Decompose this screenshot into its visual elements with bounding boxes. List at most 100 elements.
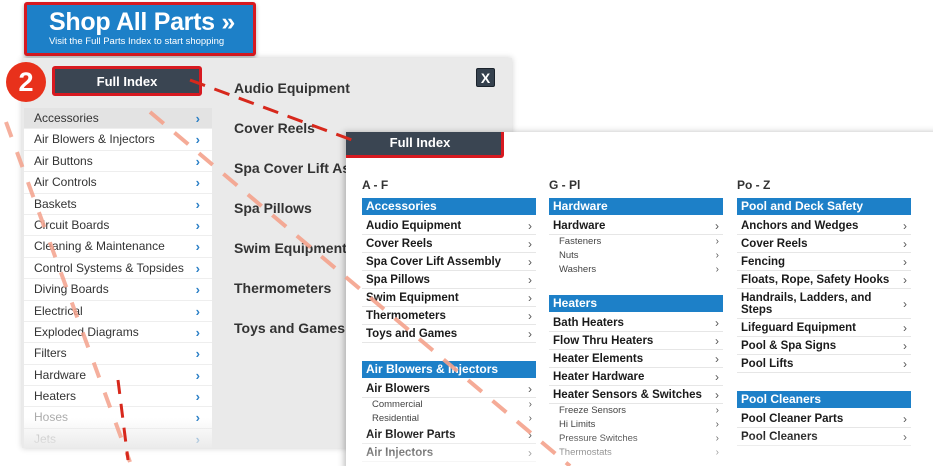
chevron-right-icon: › — [528, 272, 532, 287]
chevron-right-icon: › — [903, 338, 907, 353]
index-subitem-link[interactable]: Washers › — [549, 263, 723, 277]
chevron-right-icon: › — [715, 333, 719, 348]
index-item-link[interactable]: Toys and Games › — [362, 325, 536, 343]
category-item[interactable]: Heaters › — [24, 386, 212, 408]
category-item[interactable]: Hardware › — [24, 365, 212, 387]
category-item[interactable]: Circuit Boards › — [24, 215, 212, 237]
chevron-right-icon: › — [715, 264, 719, 275]
index-item-link[interactable]: Bath Heaters › — [549, 314, 723, 332]
index-item-link[interactable]: Swim Equipment › — [362, 289, 536, 307]
index-item-label: Washers — [559, 264, 597, 275]
index-item-link[interactable]: Hardware › — [549, 217, 723, 235]
index-item-label: Lifeguard Equipment — [741, 322, 856, 334]
category-item[interactable]: Control Systems & Topsides › — [24, 258, 212, 280]
index-subitem-link[interactable]: Hi Limits › — [549, 418, 723, 432]
index-group: Hardware Hardware › Fasteners › Nuts › Washers › — [549, 198, 723, 277]
index-item-link[interactable]: Pool Cleaner Parts › — [737, 410, 911, 428]
chevron-right-icon: › — [195, 175, 200, 191]
category-item[interactable]: Air Buttons › — [24, 151, 212, 173]
index-item-label: Floats, Rope, Safety Hooks — [741, 274, 890, 286]
category-item[interactable]: Baskets › — [24, 194, 212, 215]
category-item-label: Accessories — [34, 111, 99, 125]
index-subitem-link[interactable]: Pressure Switches › — [549, 432, 723, 446]
screenshot-stage: Shop All Parts » Visit the Full Parts In… — [0, 0, 933, 466]
index-item-link[interactable]: Floats, Rope, Safety Hooks › — [737, 271, 911, 289]
chevron-right-icon: › — [903, 218, 907, 233]
subcategory-link[interactable]: Audio Equipment — [234, 68, 384, 108]
category-item-label: Heaters — [34, 389, 77, 404]
index-item-link[interactable]: Cover Reels › — [362, 235, 536, 253]
index-item-link[interactable]: Spa Pillows › — [362, 271, 536, 289]
chevron-right-icon: › — [715, 351, 719, 366]
index-item-link[interactable]: Pool & Spa Signs › — [737, 337, 911, 355]
index-item-link[interactable]: Thermometers › — [362, 307, 536, 325]
category-item-label: Cleaning & Maintenance — [34, 239, 165, 254]
index-item-link[interactable]: Heater Hardware › — [549, 368, 723, 386]
index-item-label: Pool & Spa Signs — [741, 340, 837, 352]
index-subitem-link[interactable]: Thermostats › — [549, 446, 723, 460]
category-item[interactable]: Exploded Diagrams › — [24, 322, 212, 344]
chevron-right-icon: › — [715, 405, 719, 416]
index-item-label: Swim Equipment — [366, 292, 459, 304]
chevron-right-icon: › — [715, 433, 719, 444]
category-item-label: Electrical — [34, 303, 83, 318]
chevron-right-icon: › — [195, 260, 200, 276]
chevron-right-icon: › — [903, 356, 907, 371]
chevron-right-icon: › — [903, 320, 907, 335]
index-subitem-link[interactable]: Commercial › — [362, 398, 536, 412]
index-group-header[interactable]: Pool Cleaners — [737, 391, 911, 408]
index-item-link[interactable]: Air Blowers › — [362, 380, 536, 398]
index-group-header[interactable]: Heaters — [549, 295, 723, 312]
index-subitem-link[interactable]: Nuts › — [549, 249, 723, 263]
index-subitem-link[interactable]: Fasteners › — [549, 235, 723, 249]
index-item-label: Toys and Games — [366, 328, 458, 340]
index-item-link[interactable]: Heater Elements › — [549, 350, 723, 368]
category-item[interactable]: Accessories › — [24, 108, 212, 130]
index-item-link[interactable]: Flow Thru Heaters › — [549, 332, 723, 350]
category-item[interactable]: Filters › — [24, 343, 212, 365]
index-item-link[interactable]: Pool Cleaners › — [737, 428, 911, 446]
index-item-label: Thermometers — [366, 310, 446, 322]
index-group: Pool and Deck Safety Anchors and Wedges › C… — [737, 198, 911, 373]
index-item-link[interactable]: Heater Sensors & Switches › — [549, 386, 723, 404]
index-item-link[interactable]: Pool Lifts › — [737, 355, 911, 373]
index-item-label: Air Blowers — [366, 383, 430, 395]
index-item-link[interactable]: Handrails, Ladders, and Steps › — [737, 289, 911, 319]
category-item[interactable]: Cleaning & Maintenance › — [24, 236, 212, 258]
chevron-right-icon: › — [195, 196, 200, 212]
chevron-right-icon: › — [903, 272, 907, 287]
index-item-label: Hardware — [553, 220, 606, 232]
index-group-header[interactable]: Accessories — [362, 198, 536, 215]
index-item-link[interactable]: Anchors and Wedges › — [737, 217, 911, 235]
full-index-header-button[interactable]: Full Index — [346, 132, 504, 158]
index-item-link[interactable]: Air Blower Parts › — [362, 426, 536, 444]
index-group-header[interactable]: Air Blowers & Injectors — [362, 361, 536, 378]
category-item-label: Exploded Diagrams — [34, 324, 139, 339]
index-range-heading: A - F — [362, 178, 389, 192]
category-item[interactable]: Air Blowers & Injectors › — [24, 129, 212, 151]
chevron-right-icon: › — [903, 411, 907, 426]
index-item-link[interactable]: Fencing › — [737, 253, 911, 271]
index-subitem-link[interactable]: Residential › — [362, 412, 536, 426]
index-item-link[interactable]: Cover Reels › — [737, 235, 911, 253]
category-item-label: Baskets — [34, 196, 77, 211]
full-index-button[interactable]: Full Index — [52, 66, 202, 96]
index-group-header[interactable]: Pool and Deck Safety — [737, 198, 911, 215]
index-column-po-z: Po - Z Pool and Deck Safety Anchors and We… — [737, 178, 911, 464]
category-item[interactable]: Air Controls › — [24, 172, 212, 194]
index-group-header[interactable]: Hardware — [549, 198, 723, 215]
index-item-label: Pool Cleaner Parts — [741, 413, 844, 425]
index-item-link[interactable]: Lifeguard Equipment › — [737, 319, 911, 337]
category-item[interactable]: Diving Boards › — [24, 279, 212, 301]
shop-all-parts-banner[interactable]: Shop All Parts » Visit the Full Parts In… — [24, 2, 256, 56]
close-icon[interactable]: X — [476, 68, 495, 87]
index-item-label: Thermostats — [559, 447, 612, 458]
index-item-link[interactable]: Air Injectors › — [362, 444, 536, 462]
index-item-label: Residential — [372, 413, 419, 424]
index-item-label: Commercial — [372, 399, 423, 410]
category-item[interactable]: Electrical › — [24, 301, 212, 322]
chevron-right-icon: › — [715, 315, 719, 330]
index-subitem-link[interactable]: Freeze Sensors › — [549, 404, 723, 418]
index-item-link[interactable]: Audio Equipment › — [362, 217, 536, 235]
index-item-link[interactable]: Spa Cover Lift Assembly › — [362, 253, 536, 271]
